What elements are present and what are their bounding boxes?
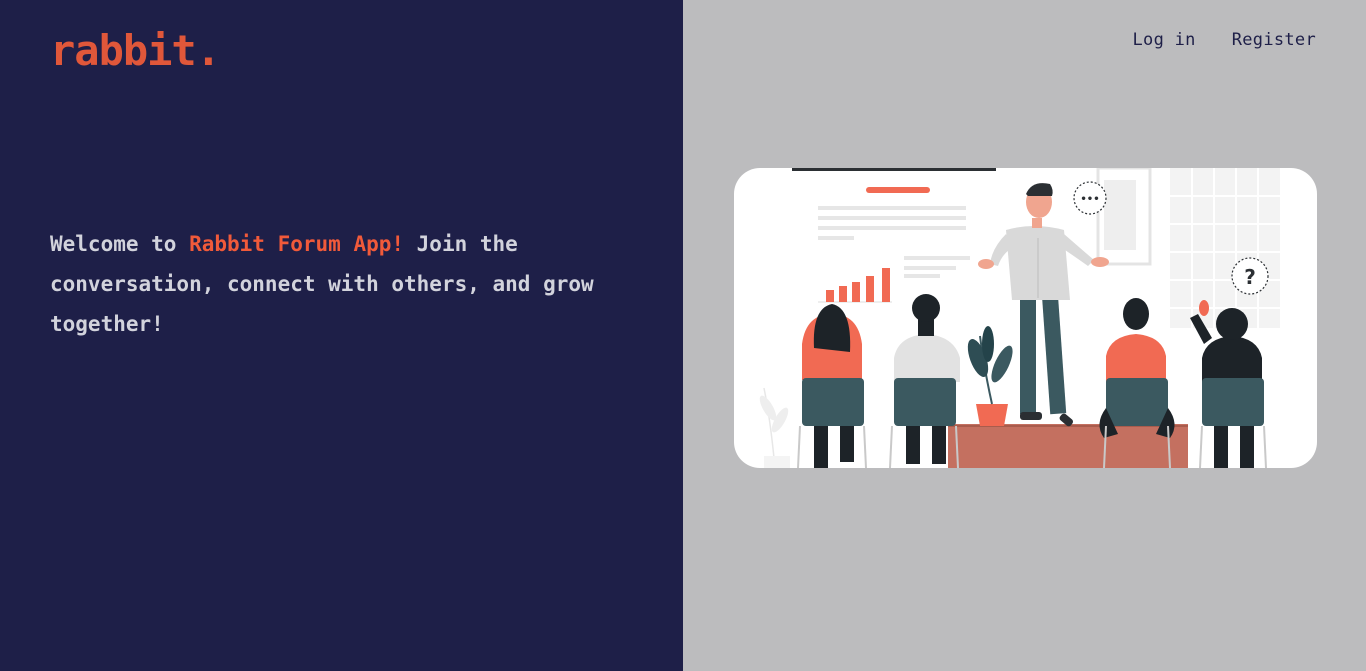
brand-logo[interactable]: rabbit. <box>50 30 221 72</box>
window-grid <box>1170 168 1280 328</box>
welcome-message: Welcome to Rabbit Forum App! Join the co… <box>50 224 630 344</box>
audience-person-1 <box>797 304 867 468</box>
presenter-figure <box>978 183 1109 427</box>
slide-bar-chart <box>818 268 892 303</box>
welcome-prefix: Welcome to <box>50 232 190 256</box>
register-link[interactable]: Register <box>1232 30 1316 50</box>
speech-bubble-icon: ••• <box>1073 181 1107 215</box>
question-bubble-icon: ? <box>1231 257 1269 295</box>
background-plant <box>759 387 790 468</box>
hero-illustration: ••• ? <box>734 168 1317 468</box>
question-mark: ? <box>1244 265 1256 289</box>
slide-title-bar <box>866 187 930 193</box>
login-link[interactable]: Log in <box>1133 30 1196 50</box>
top-nav: Log in Register <box>1133 30 1317 50</box>
presentation-illustration: ••• ? <box>759 168 1280 468</box>
app-name: Rabbit Forum App! <box>189 232 405 256</box>
left-panel: rabbit. Welcome to Rabbit Forum App! Joi… <box>0 0 683 671</box>
plant-pot <box>967 326 1013 426</box>
board-edge <box>792 168 996 171</box>
stage-platform <box>948 424 1188 468</box>
speech-dots: ••• <box>1080 194 1099 205</box>
